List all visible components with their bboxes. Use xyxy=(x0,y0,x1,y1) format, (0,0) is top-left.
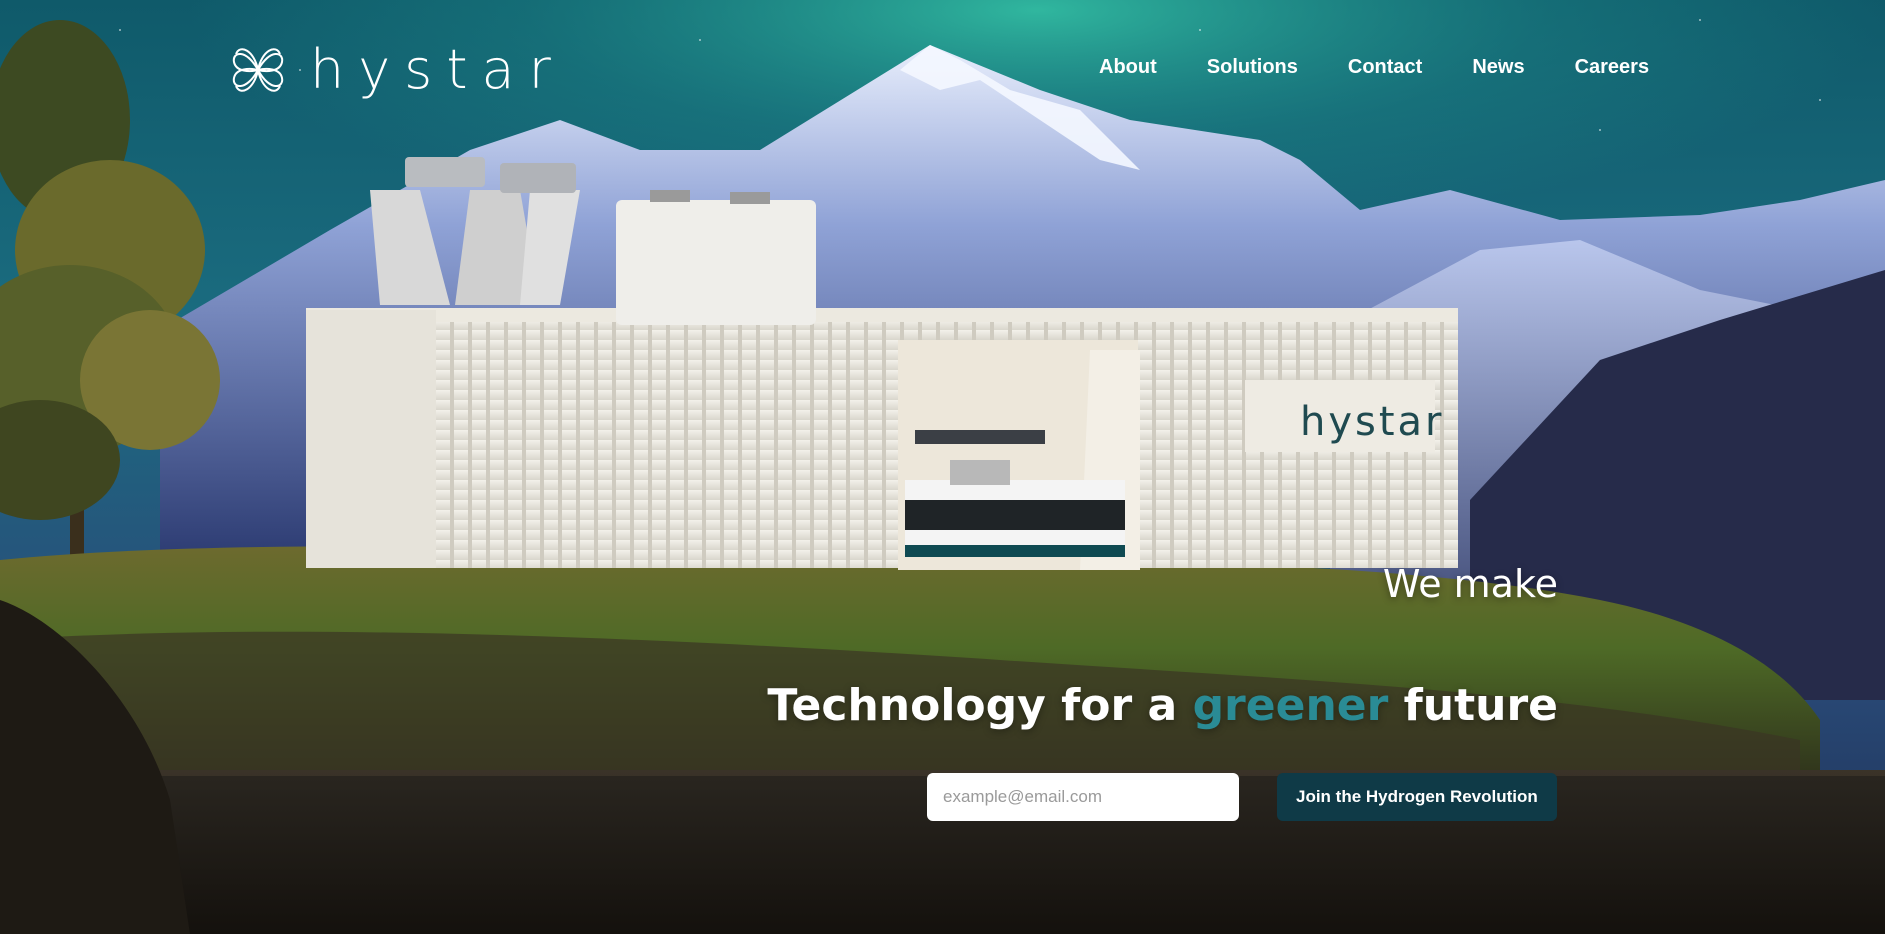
hero-section: hystar hystar About Solutions Contact Ne… xyxy=(0,0,1885,934)
nav-item-contact[interactable]: Contact xyxy=(1348,56,1422,79)
headline-part-2: future xyxy=(1388,680,1558,731)
svg-text:hystar: hystar xyxy=(1300,399,1445,445)
clover-loop-icon xyxy=(232,48,284,92)
join-revolution-button[interactable]: Join the Hydrogen Revolution xyxy=(1277,773,1557,821)
hero-eyebrow: We make xyxy=(1382,562,1558,606)
signup-form: Join the Hydrogen Revolution xyxy=(927,773,1557,821)
nav-item-solutions[interactable]: Solutions xyxy=(1207,56,1298,79)
main-nav: About Solutions Contact News Careers xyxy=(1099,56,1649,79)
nav-item-careers[interactable]: Careers xyxy=(1575,56,1650,79)
headline-part-1: Technology for a xyxy=(767,680,1193,731)
brand-logo[interactable]: hystar xyxy=(226,38,565,102)
nav-item-news[interactable]: News xyxy=(1472,56,1524,79)
hero-headline: Technology for a greener future xyxy=(767,680,1558,731)
headline-accent-word: greener xyxy=(1192,680,1389,731)
nav-item-about[interactable]: About xyxy=(1099,56,1157,79)
email-field[interactable] xyxy=(927,773,1239,821)
brand-name: hystar xyxy=(310,38,565,101)
